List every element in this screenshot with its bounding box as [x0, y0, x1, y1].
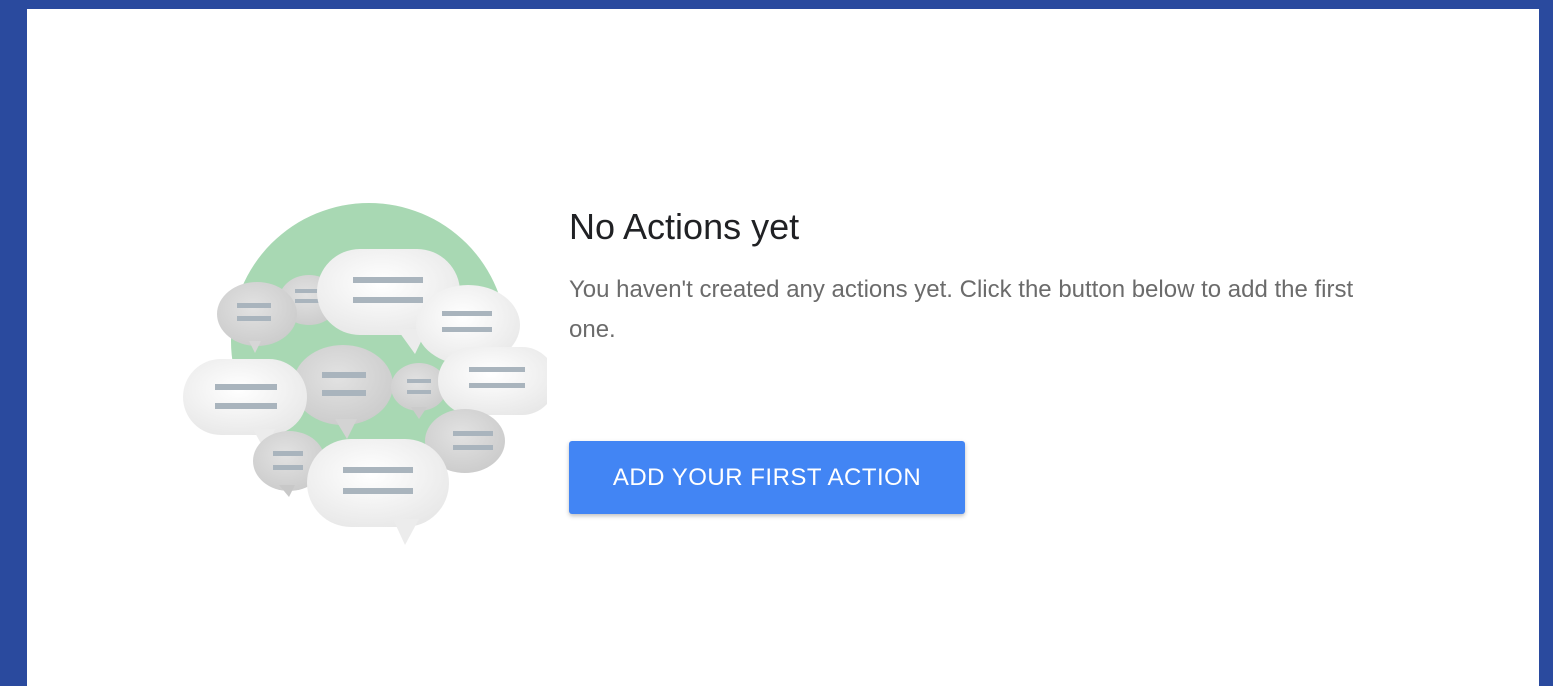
empty-state-content: No Actions yet You haven't created any a…: [569, 205, 1389, 514]
chat-bubble-icon: [307, 439, 449, 545]
chat-bubbles-illustration: [183, 203, 547, 545]
chat-bubble-icon: [438, 347, 547, 415]
empty-state-title: No Actions yet: [569, 206, 800, 247]
empty-state-description: You haven't created any actions yet. Cli…: [569, 276, 1354, 343]
add-first-action-button[interactable]: ADD YOUR FIRST ACTION: [569, 441, 965, 514]
empty-state-panel: No Actions yet You haven't created any a…: [27, 9, 1539, 686]
